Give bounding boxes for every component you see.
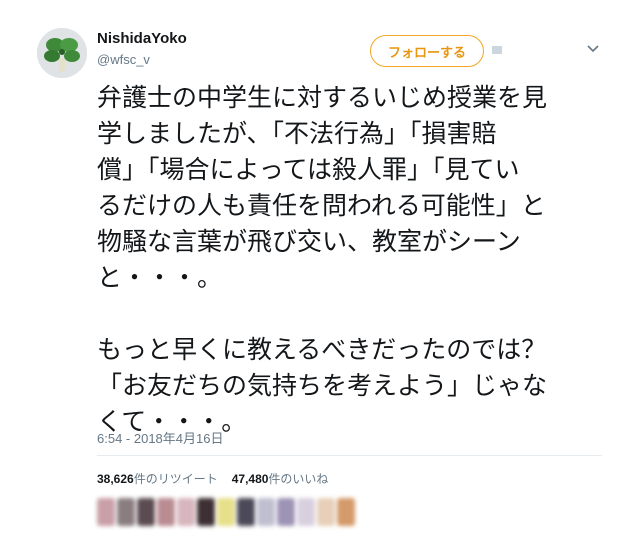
- liker-avatar[interactable]: [317, 498, 335, 526]
- liker-avatar[interactable]: [217, 498, 235, 526]
- avatar[interactable]: [37, 28, 87, 78]
- user-handle[interactable]: @wfsc_v: [97, 52, 150, 67]
- liker-avatar[interactable]: [117, 498, 135, 526]
- liker-avatar[interactable]: [337, 498, 355, 526]
- follow-button[interactable]: フォローする: [370, 35, 484, 67]
- display-name[interactable]: NishidaYoko: [97, 30, 187, 47]
- tweet-stats: 38,626件のリツイート 47,480件のいいね: [97, 470, 328, 487]
- liker-avatar[interactable]: [177, 498, 195, 526]
- retweet-label: 件のリツイート: [133, 472, 218, 486]
- liker-avatar[interactable]: [197, 498, 215, 526]
- liker-avatars: [97, 498, 355, 528]
- liker-avatar[interactable]: [297, 498, 315, 526]
- liker-avatar[interactable]: [277, 498, 295, 526]
- liker-avatar[interactable]: [97, 498, 115, 526]
- like-number: 47,480: [231, 472, 269, 486]
- like-count[interactable]: 47,480件のいいね: [232, 470, 329, 487]
- follow-arrow-icon: [492, 46, 502, 54]
- clover-avatar-icon: [37, 28, 87, 78]
- liker-avatar[interactable]: [257, 498, 275, 526]
- chevron-down-icon[interactable]: [586, 44, 600, 54]
- like-label: 件のいいね: [268, 472, 329, 486]
- divider: [97, 455, 602, 456]
- liker-avatar[interactable]: [237, 498, 255, 526]
- liker-avatar[interactable]: [137, 498, 155, 526]
- retweet-number: 38,626: [97, 472, 134, 486]
- liker-avatar[interactable]: [157, 498, 175, 526]
- retweet-count[interactable]: 38,626件のリツイート: [97, 470, 218, 487]
- tweet-text: 弁護士の中学生に対するいじめ授業を見 学しましたが、「不法行為」「損害賠 償」「…: [97, 83, 548, 436]
- tweet-timestamp[interactable]: 6:54 - 2018年4月16日: [97, 428, 223, 447]
